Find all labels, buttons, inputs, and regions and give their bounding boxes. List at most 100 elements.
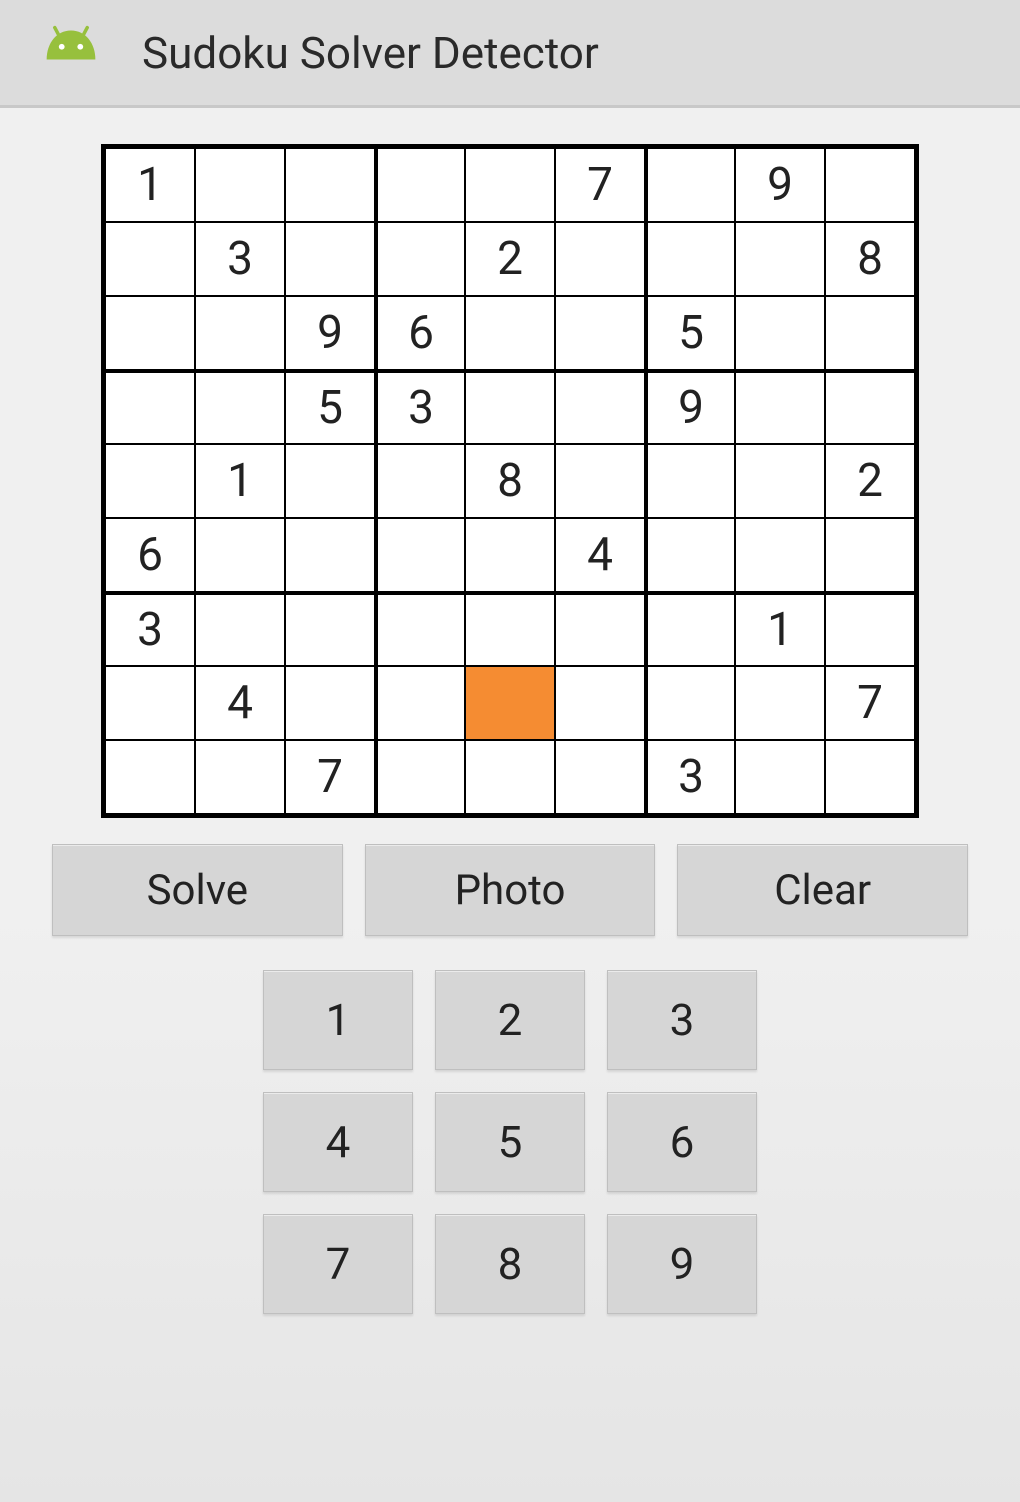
solve-button[interactable]: Solve <box>52 844 343 936</box>
sudoku-cell[interactable] <box>375 444 465 518</box>
sudoku-cell[interactable] <box>555 740 645 814</box>
sudoku-cell[interactable] <box>375 740 465 814</box>
sudoku-cell[interactable] <box>735 666 825 740</box>
sudoku-cell[interactable] <box>195 518 285 592</box>
sudoku-cell[interactable] <box>825 518 915 592</box>
sudoku-grid[interactable]: 17932896553918264314773 <box>101 144 919 818</box>
numpad-key-5[interactable]: 5 <box>435 1092 585 1192</box>
sudoku-cell[interactable] <box>645 518 735 592</box>
sudoku-cell[interactable]: 1 <box>105 148 195 222</box>
sudoku-cell[interactable] <box>195 296 285 370</box>
sudoku-row: 3 2 8 <box>105 222 915 296</box>
sudoku-cell[interactable] <box>465 370 555 444</box>
sudoku-cell[interactable]: 8 <box>465 444 555 518</box>
sudoku-cell[interactable] <box>645 592 735 666</box>
number-pad: 123 456 789 <box>36 970 984 1314</box>
sudoku-cell[interactable]: 1 <box>735 592 825 666</box>
numpad-key-1[interactable]: 1 <box>263 970 413 1070</box>
sudoku-cell[interactable] <box>735 444 825 518</box>
sudoku-cell[interactable] <box>645 444 735 518</box>
numpad-key-2[interactable]: 2 <box>435 970 585 1070</box>
sudoku-cell[interactable] <box>645 222 735 296</box>
numpad-key-8[interactable]: 8 <box>435 1214 585 1314</box>
sudoku-cell[interactable] <box>375 592 465 666</box>
app-title: Sudoku Solver Detector <box>142 27 599 79</box>
sudoku-cell[interactable] <box>825 592 915 666</box>
sudoku-cell[interactable] <box>105 444 195 518</box>
sudoku-cell[interactable]: 8 <box>825 222 915 296</box>
numpad-key-3[interactable]: 3 <box>607 970 757 1070</box>
sudoku-cell[interactable]: 7 <box>285 740 375 814</box>
sudoku-cell[interactable] <box>285 148 375 222</box>
android-icon <box>42 24 100 82</box>
sudoku-cell[interactable]: 9 <box>285 296 375 370</box>
sudoku-cell[interactable]: 3 <box>645 740 735 814</box>
numpad-key-6[interactable]: 6 <box>607 1092 757 1192</box>
sudoku-cell[interactable] <box>285 444 375 518</box>
sudoku-cell[interactable] <box>825 370 915 444</box>
sudoku-cell[interactable]: 2 <box>465 222 555 296</box>
sudoku-cell[interactable] <box>375 518 465 592</box>
sudoku-cell[interactable]: 1 <box>195 444 285 518</box>
sudoku-cell[interactable] <box>465 592 555 666</box>
sudoku-cell[interactable] <box>825 740 915 814</box>
sudoku-cell[interactable] <box>555 592 645 666</box>
sudoku-cell[interactable] <box>465 666 555 740</box>
sudoku-cell[interactable] <box>375 222 465 296</box>
sudoku-cell[interactable] <box>195 592 285 666</box>
numpad-key-7[interactable]: 7 <box>263 1214 413 1314</box>
sudoku-cell[interactable] <box>555 370 645 444</box>
sudoku-cell[interactable] <box>105 370 195 444</box>
sudoku-cell[interactable] <box>735 222 825 296</box>
sudoku-cell[interactable] <box>555 296 645 370</box>
photo-button[interactable]: Photo <box>365 844 656 936</box>
sudoku-cell[interactable] <box>555 666 645 740</box>
sudoku-cell[interactable] <box>375 148 465 222</box>
sudoku-cell[interactable] <box>735 518 825 592</box>
sudoku-cell[interactable] <box>105 222 195 296</box>
sudoku-cell[interactable] <box>465 148 555 222</box>
sudoku-cell[interactable] <box>465 296 555 370</box>
sudoku-cell[interactable]: 6 <box>105 518 195 592</box>
sudoku-cell[interactable] <box>375 666 465 740</box>
sudoku-row: 1 7 9 <box>105 148 915 222</box>
sudoku-cell[interactable] <box>735 740 825 814</box>
sudoku-cell[interactable] <box>735 296 825 370</box>
sudoku-cell[interactable] <box>105 296 195 370</box>
sudoku-cell[interactable] <box>645 148 735 222</box>
sudoku-cell[interactable] <box>825 296 915 370</box>
numpad-key-9[interactable]: 9 <box>607 1214 757 1314</box>
numpad-key-4[interactable]: 4 <box>263 1092 413 1192</box>
sudoku-row: 96 5 <box>105 296 915 370</box>
sudoku-cell[interactable] <box>285 222 375 296</box>
sudoku-cell[interactable]: 4 <box>195 666 285 740</box>
sudoku-cell[interactable] <box>195 148 285 222</box>
sudoku-cell[interactable]: 4 <box>555 518 645 592</box>
sudoku-cell[interactable] <box>195 740 285 814</box>
sudoku-cell[interactable]: 5 <box>285 370 375 444</box>
sudoku-cell[interactable] <box>285 518 375 592</box>
clear-button[interactable]: Clear <box>677 844 968 936</box>
sudoku-cell[interactable] <box>645 666 735 740</box>
sudoku-cell[interactable] <box>555 222 645 296</box>
sudoku-cell[interactable]: 2 <box>825 444 915 518</box>
sudoku-cell[interactable]: 3 <box>375 370 465 444</box>
sudoku-cell[interactable]: 9 <box>645 370 735 444</box>
sudoku-cell[interactable] <box>105 666 195 740</box>
sudoku-cell[interactable] <box>465 740 555 814</box>
sudoku-cell[interactable] <box>825 148 915 222</box>
sudoku-cell[interactable] <box>105 740 195 814</box>
sudoku-cell[interactable]: 5 <box>645 296 735 370</box>
sudoku-cell[interactable]: 7 <box>555 148 645 222</box>
sudoku-cell[interactable] <box>735 370 825 444</box>
sudoku-cell[interactable] <box>465 518 555 592</box>
sudoku-cell[interactable]: 9 <box>735 148 825 222</box>
sudoku-cell[interactable]: 6 <box>375 296 465 370</box>
sudoku-cell[interactable]: 7 <box>825 666 915 740</box>
sudoku-cell[interactable] <box>285 666 375 740</box>
sudoku-cell[interactable]: 3 <box>105 592 195 666</box>
sudoku-cell[interactable] <box>555 444 645 518</box>
sudoku-cell[interactable]: 3 <box>195 222 285 296</box>
sudoku-cell[interactable] <box>285 592 375 666</box>
sudoku-cell[interactable] <box>195 370 285 444</box>
